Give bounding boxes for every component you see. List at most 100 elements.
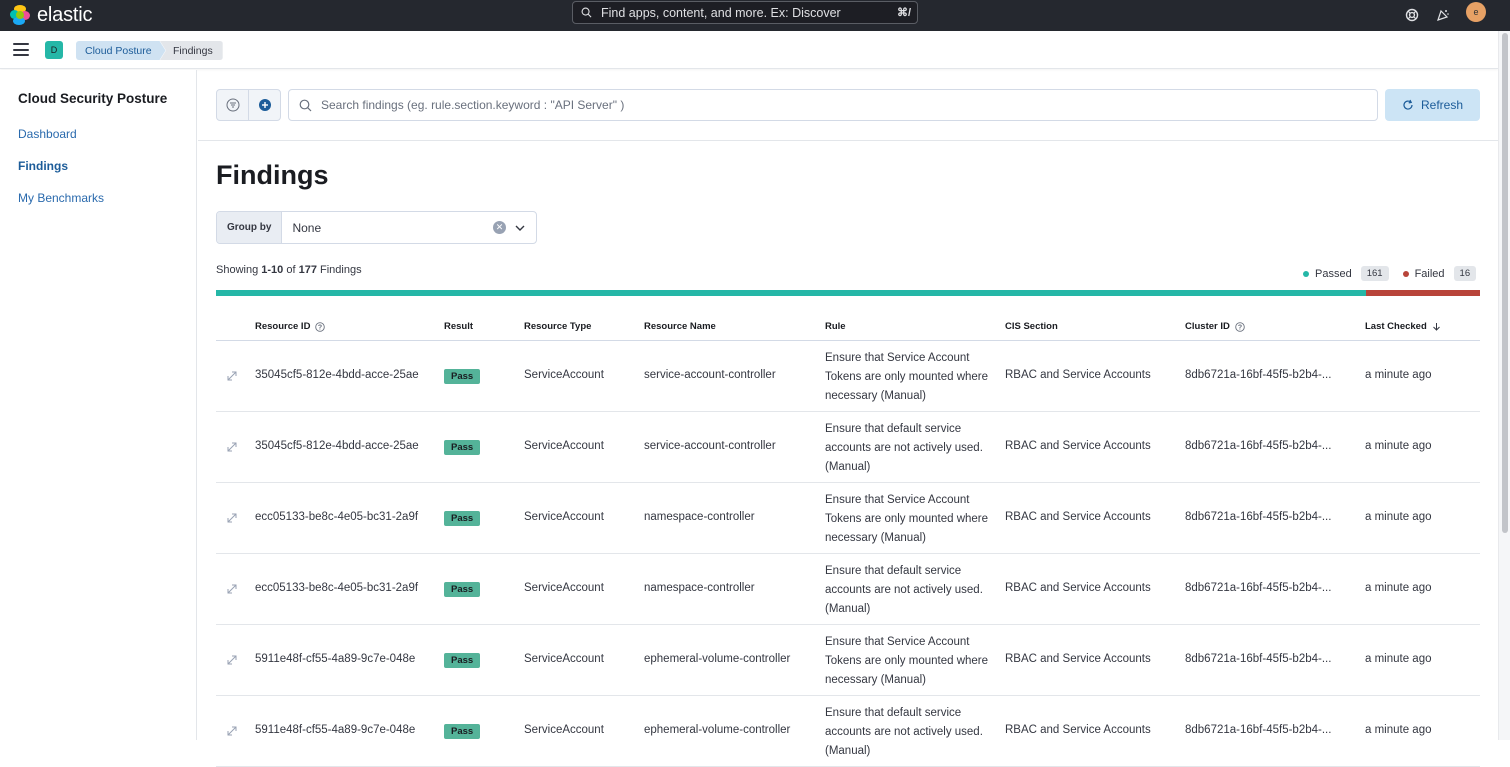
space-badge[interactable]: D	[45, 41, 63, 59]
findings-search-input[interactable]	[288, 89, 1378, 121]
column-last-checked[interactable]: Last Checked	[1365, 321, 1441, 332]
refresh-icon	[1403, 99, 1413, 110]
rule-cell: Ensure that default service accounts are…	[825, 423, 983, 473]
cis-section-cell: RBAC and Service Accounts	[1005, 724, 1151, 736]
sidebar-item-dashboard[interactable]: Dashboard	[18, 127, 77, 141]
cluster-id-cell: 8db6721a-16bf-45f5-b2b4-...	[1185, 724, 1332, 736]
resource-name-cell: service-account-controller	[644, 440, 776, 452]
avatar-initial: e	[1473, 7, 1479, 17]
svg-text:?: ?	[1238, 324, 1242, 331]
menu-toggle-icon[interactable]	[13, 43, 29, 56]
user-avatar[interactable]: e	[1466, 2, 1486, 22]
resource-name-cell: namespace-controller	[644, 511, 755, 523]
passed-label: Passed	[1315, 267, 1352, 280]
group-by-value[interactable]: None	[292, 221, 493, 235]
last-checked-cell: a minute ago	[1365, 440, 1432, 452]
keyboard-shortcut: ⌘/	[896, 7, 911, 19]
last-checked-cell: a minute ago	[1365, 582, 1432, 594]
group-by-select[interactable]: Group by None ✕	[216, 211, 537, 244]
table-row[interactable]: ecc05133-be8c-4e05-bc31-2a9f Pass ServiceA…	[216, 554, 1480, 625]
column-rule[interactable]: Rule	[825, 321, 846, 332]
page-scrollbar[interactable]	[1498, 31, 1510, 740]
breadcrumb-bar: D Cloud Posture Findings	[0, 31, 1498, 69]
add-filter-button[interactable]	[248, 90, 280, 120]
table-row[interactable]: ecc05133-be8c-4e05-bc31-2a9f Pass ServiceA…	[216, 483, 1480, 554]
findings-search-field[interactable]	[321, 98, 1377, 112]
refresh-label: Refresh	[1420, 98, 1464, 112]
column-resource-type[interactable]: Resource Type	[524, 321, 591, 332]
filter-controls	[216, 89, 281, 121]
sidebar: Cloud Security Posture Dashboard Finding…	[0, 70, 197, 740]
table-row[interactable]: 5911e48f-cf55-4a89-9c7e-048e Pass ServiceA…	[216, 696, 1480, 767]
logo-text: elastic	[37, 3, 93, 26]
search-row: Refresh	[198, 70, 1498, 141]
scroll-thumb[interactable]	[1502, 33, 1508, 533]
chevron-down-icon[interactable]	[514, 222, 526, 234]
rule-cell: Ensure that Service Account Tokens are o…	[825, 352, 989, 402]
result-badge: Pass	[444, 511, 481, 526]
failed-bar-segment[interactable]	[1366, 290, 1480, 296]
resource-id-cell: 5911e48f-cf55-4a89-9c7e-048e	[255, 724, 416, 736]
refresh-button[interactable]: Refresh	[1385, 89, 1480, 121]
column-cluster-id[interactable]: Cluster ID ?	[1185, 321, 1245, 332]
search-icon	[299, 99, 312, 111]
resource-type-cell: ServiceAccount	[524, 653, 604, 665]
cluster-id-cell: 8db6721a-16bf-45f5-b2b4-...	[1185, 653, 1332, 665]
failed-label: Failed	[1414, 267, 1445, 280]
resource-name-cell: ephemeral-volume-controller	[644, 653, 791, 665]
cluster-id-cell: 8db6721a-16bf-45f5-b2b4-...	[1185, 369, 1332, 381]
failed-dot	[1402, 270, 1409, 277]
help-icon[interactable]	[1402, 5, 1422, 25]
sidebar-item-my-benchmarks[interactable]: My Benchmarks	[18, 191, 104, 205]
cis-section-cell: RBAC and Service Accounts	[1005, 511, 1151, 523]
cluster-id-cell: 8db6721a-16bf-45f5-b2b4-...	[1185, 511, 1332, 523]
result-distribution-bar	[216, 290, 1480, 296]
expand-icon[interactable]	[225, 511, 239, 525]
cluster-id-cell: 8db6721a-16bf-45f5-b2b4-...	[1185, 440, 1332, 452]
svg-text:?: ?	[318, 324, 322, 331]
table-row[interactable]: 35045cf5-812e-4bdd-acce-25ae Pass ServiceA…	[216, 341, 1480, 412]
passed-count-badge: 161	[1360, 266, 1389, 281]
filter-menu-button[interactable]	[217, 90, 248, 120]
table-row[interactable]: 35045cf5-812e-4bdd-acce-25ae Pass ServiceA…	[216, 412, 1480, 483]
global-search-input[interactable]: Find apps, content, and more. Ex: Discov…	[572, 1, 918, 24]
elastic-logo[interactable]: elastic	[10, 3, 92, 27]
resource-id-cell: ecc05133-be8c-4e05-bc31-2a9f	[255, 582, 419, 594]
filter-icon	[226, 98, 240, 112]
clear-icon[interactable]: ✕	[493, 221, 506, 234]
cis-section-cell: RBAC and Service Accounts	[1005, 440, 1151, 452]
result-legend: Passed 161 Failed 16	[1303, 266, 1477, 281]
group-by-label: Group by	[217, 212, 283, 243]
resource-id-cell: 35045cf5-812e-4bdd-acce-25ae	[255, 440, 419, 452]
column-resource-name[interactable]: Resource Name	[644, 321, 716, 332]
page-title: Findings	[216, 160, 329, 190]
main-content: Refresh Findings Group by None ✕ Showing…	[198, 70, 1498, 767]
passed-bar-segment[interactable]	[216, 290, 1366, 296]
last-checked-cell: a minute ago	[1365, 369, 1432, 381]
failed-count-badge: 16	[1453, 266, 1477, 281]
last-checked-cell: a minute ago	[1365, 511, 1432, 523]
cis-section-cell: RBAC and Service Accounts	[1005, 582, 1151, 594]
table-row[interactable]: 5911e48f-cf55-4a89-9c7e-048e Pass ServiceA…	[216, 625, 1480, 696]
results-count: Showing 1-10 of 177 Findings	[216, 264, 362, 276]
column-cis-section[interactable]: CIS Section	[1005, 321, 1058, 332]
resource-id-cell: ecc05133-be8c-4e05-bc31-2a9f	[255, 511, 419, 523]
last-checked-cell: a minute ago	[1365, 724, 1432, 736]
sidebar-item-findings[interactable]: Findings	[18, 159, 68, 173]
column-result[interactable]: Result	[444, 321, 473, 332]
expand-icon[interactable]	[225, 653, 239, 667]
column-resource-id[interactable]: Resource ID ?	[255, 321, 326, 332]
expand-icon[interactable]	[225, 582, 239, 596]
result-badge: Pass	[444, 724, 481, 739]
resource-name-cell: ephemeral-volume-controller	[644, 724, 791, 736]
result-badge: Pass	[444, 369, 481, 384]
expand-icon[interactable]	[225, 724, 239, 738]
expand-icon[interactable]	[225, 440, 239, 454]
result-badge: Pass	[444, 440, 481, 455]
elastic-logo-icon	[10, 5, 30, 25]
newsfeed-icon[interactable]	[1433, 5, 1453, 25]
expand-icon[interactable]	[225, 369, 239, 383]
info-icon: ?	[315, 321, 326, 332]
breadcrumb-cloud-posture[interactable]: Cloud Posture	[76, 41, 166, 60]
resource-type-cell: ServiceAccount	[524, 440, 604, 452]
